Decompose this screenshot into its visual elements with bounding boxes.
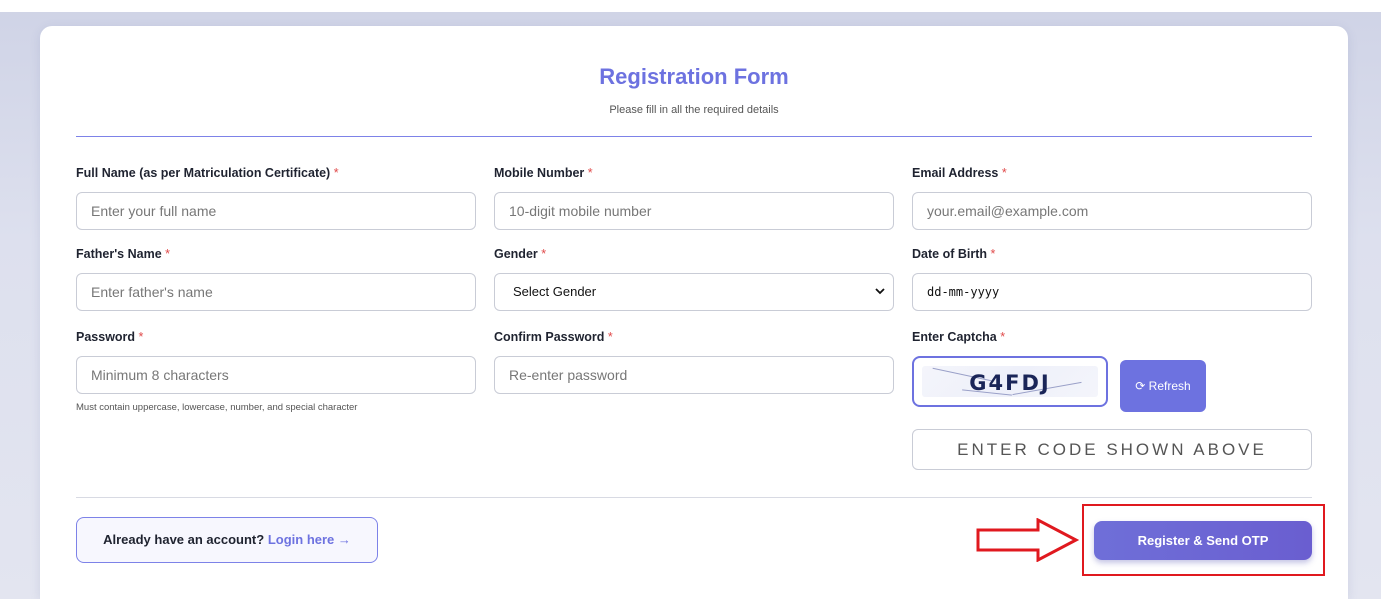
login-prompt: Already have an account? Login here → [76,517,378,563]
full-name-label: Full Name (as per Matriculation Certific… [76,166,339,180]
captcha-input[interactable]: ENTER CODE SHOWN ABOVE [912,429,1312,470]
login-link[interactable]: Login here → [268,532,351,547]
password-field: Password * Minimum 8 characters Must con… [76,329,476,413]
required-marker: * [990,247,996,261]
required-marker: * [1001,166,1007,180]
required-marker: * [587,166,593,180]
refresh-captcha-button[interactable]: ⟳ Refresh [1120,360,1206,412]
captcha-row: G4FDJ ⟳ Refresh ENTER CODE SHOWN ABOVE [912,356,1312,470]
confirm-password-label: Confirm Password * [494,330,613,344]
captcha-field: Enter Captcha * G4FDJ ⟳ Refresh ENTER CO… [912,329,1312,470]
login-prompt-text: Already have an account? [103,532,265,547]
captcha-image: G4FDJ [912,356,1108,407]
mobile-input[interactable]: 10-digit mobile number [494,192,894,230]
required-marker: * [138,330,144,344]
father-name-input[interactable]: Enter father's name [76,273,476,311]
mobile-field: Mobile Number * 10-digit mobile number [494,165,894,230]
gender-selected-value: Select Gender [513,284,597,299]
chevron-down-icon [875,274,885,326]
dob-label: Date of Birth * [912,247,996,261]
gender-field: Gender * Select Gender [494,246,894,311]
full-name-input[interactable]: Enter your full name [76,192,476,230]
required-marker: * [541,247,547,261]
dob-field: Date of Birth * dd-mm-yyyy [912,246,1312,311]
gender-label: Gender * [494,247,547,261]
annotation-highlight-box [1082,504,1325,576]
captcha-label: Enter Captcha * [912,330,1006,344]
email-field: Email Address * your.email@example.com [912,165,1312,230]
full-name-field: Full Name (as per Matriculation Certific… [76,165,476,230]
form-subtitle: Please fill in all the required details [609,104,779,116]
password-input[interactable]: Minimum 8 characters [76,356,476,394]
captcha-background: G4FDJ [922,366,1098,397]
password-label: Password * [76,330,144,344]
browser-top-strip [0,0,1381,12]
right-arrow-icon [976,518,1080,562]
father-name-label: Father's Name * [76,247,171,261]
confirm-password-field: Confirm Password * Re-enter password [494,329,894,394]
password-hint: Must contain uppercase, lowercase, numbe… [76,402,358,413]
father-name-field: Father's Name * Enter father's name [76,246,476,311]
confirm-password-input[interactable]: Re-enter password [494,356,894,394]
dob-input[interactable]: dd-mm-yyyy [912,273,1312,311]
required-marker: * [165,247,171,261]
gender-select[interactable]: Select Gender [494,273,894,311]
required-marker: * [1000,330,1006,344]
footer-divider [76,497,1312,498]
header-divider [76,136,1312,137]
email-input[interactable]: your.email@example.com [912,192,1312,230]
form-title: Registration Form [599,64,789,89]
captcha-code: G4FDJ [969,371,1051,395]
mobile-label: Mobile Number * [494,166,593,180]
required-marker: * [607,330,613,344]
email-label: Email Address * [912,166,1007,180]
required-marker: * [333,166,339,180]
